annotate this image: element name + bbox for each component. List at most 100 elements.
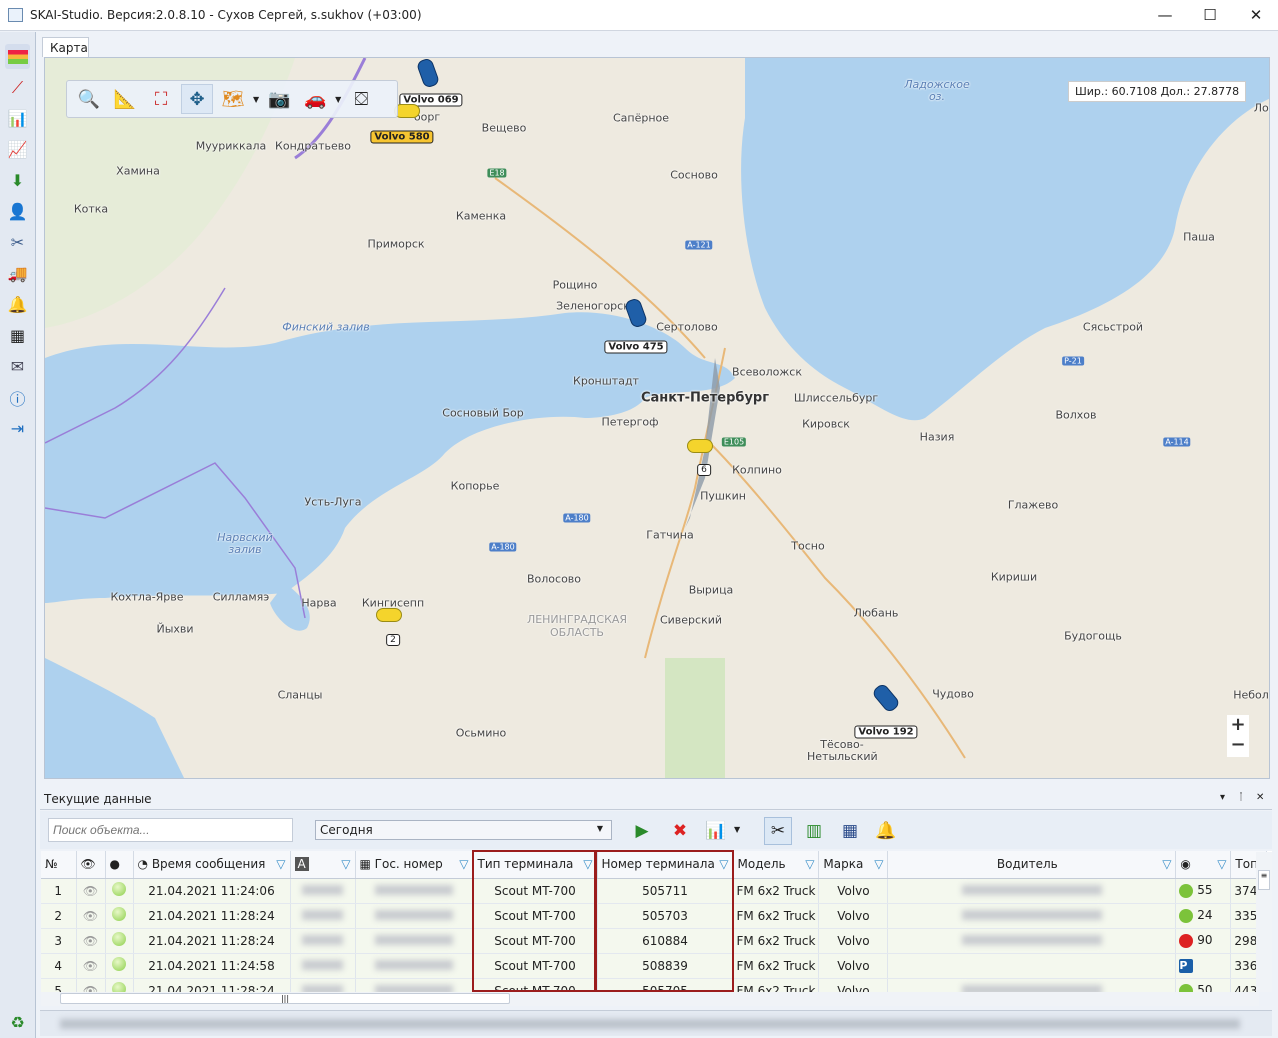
column-number[interactable]: №: [41, 851, 77, 879]
column-model[interactable]: Модель ▽: [733, 851, 820, 879]
column-visibility[interactable]: 👁: [76, 851, 106, 879]
chevron-down-icon[interactable]: ▼: [734, 825, 740, 834]
column-terminal-type[interactable]: Тип терминала ▽: [473, 851, 598, 879]
vehicle-cluster-marker[interactable]: [376, 608, 402, 622]
mail-icon[interactable]: ✉: [5, 354, 30, 379]
map-label: Кировск: [802, 417, 850, 431]
maximize-button[interactable]: ☐: [1190, 4, 1230, 26]
table-row[interactable]: 3 👁 21.04.2021 11:28:24 Scout MT-700 610…: [41, 928, 1267, 954]
fullscreen-icon[interactable]: ✥: [181, 84, 213, 114]
blurred-value: [302, 959, 343, 970]
column-label: Марка: [823, 857, 864, 872]
vehicles-filter-icon[interactable]: 🚗: [299, 84, 331, 114]
column-name[interactable]: A ▽: [290, 851, 356, 879]
map-label: Хамина: [116, 164, 160, 178]
logout-icon[interactable]: ⇥: [5, 416, 30, 441]
map-label: Финский залив: [282, 320, 370, 334]
eye-icon[interactable]: 👁: [76, 878, 106, 904]
camera-icon[interactable]: 📷: [263, 84, 295, 114]
close-button[interactable]: ✕: [1236, 4, 1276, 26]
column-driver[interactable]: Водитель ▽: [887, 851, 1177, 879]
filter-icon[interactable]: ▽: [276, 857, 285, 871]
terminal-number-cell: 505711: [597, 878, 734, 904]
panel-close-button[interactable]: ✕: [1256, 792, 1264, 803]
filter-icon[interactable]: ▽: [719, 857, 728, 871]
table-row[interactable]: 4 👁 21.04.2021 11:24:58 Scout MT-700 508…: [41, 953, 1267, 979]
report-schedule-icon[interactable]: 📈: [5, 137, 30, 162]
parking-icon: P: [1179, 958, 1194, 973]
table-row[interactable]: 2 👁 21.04.2021 11:28:24 Scout MT-700 505…: [41, 903, 1267, 929]
panel-menu-button[interactable]: ▾: [1220, 792, 1225, 803]
brand-cell: Volvo: [818, 978, 889, 992]
zoom-in-button[interactable]: +: [1227, 715, 1249, 735]
period-select[interactable]: Сегодня ▼: [315, 820, 612, 840]
tools-icon[interactable]: ✂: [5, 230, 30, 255]
tab-map[interactable]: Карта: [42, 37, 89, 57]
filter-icon[interactable]: ▽: [874, 857, 883, 871]
clear-track-icon[interactable]: ✖: [666, 817, 694, 845]
zoom-out-button[interactable]: −: [1227, 735, 1249, 755]
notifications-icon[interactable]: 🔔: [5, 292, 30, 317]
map-label: Зеленогорск: [556, 299, 630, 313]
window-title: SKAI-Studio. Версия:2.0.8.10 - Сухов Сер…: [30, 8, 422, 22]
recycle-icon[interactable]: ♻: [5, 1010, 30, 1035]
column-plate[interactable]: ▦ Гос. номер ▽: [355, 851, 474, 879]
driver-icon[interactable]: 👤: [5, 199, 30, 224]
filter-icon[interactable]: ▽: [459, 857, 468, 871]
search-icon[interactable]: 🔍: [73, 84, 105, 114]
vehicle-label[interactable]: Volvo 475: [604, 340, 668, 354]
map-layer-icon[interactable]: 🗺: [217, 84, 249, 114]
geozones-icon[interactable]: ▦: [5, 323, 30, 348]
online-status-icon: [112, 932, 126, 946]
track-icon[interactable]: ⟋: [5, 75, 30, 100]
table-row[interactable]: 5 👁 21.04.2021 11:28:24 Scout MT-700 505…: [41, 978, 1267, 992]
eye-icon[interactable]: 👁: [76, 928, 106, 954]
eye-icon[interactable]: 👁: [76, 903, 106, 929]
filter-icon[interactable]: ▽: [583, 857, 592, 871]
column-time[interactable]: ◔ Время сообщения ▽: [133, 851, 291, 879]
vehicle-cluster-marker[interactable]: [687, 439, 713, 453]
filter-icon[interactable]: ▽: [341, 857, 350, 871]
pin-button[interactable]: ᛙ: [1238, 792, 1244, 803]
search-input[interactable]: [48, 818, 293, 842]
filter-icon[interactable]: ▽: [1162, 857, 1171, 871]
map-label: Сиверский: [659, 613, 723, 627]
eye-icon[interactable]: 👁: [76, 953, 106, 979]
chevron-down-icon[interactable]: ▼: [335, 95, 341, 104]
filter-icon[interactable]: ▽: [805, 857, 814, 871]
status-cell: [105, 878, 134, 904]
filter-icon[interactable]: ▽: [1217, 857, 1226, 871]
map-label: Силламяэ: [212, 590, 270, 604]
vehicle-label[interactable]: Volvo 192: [854, 725, 918, 739]
info-icon[interactable]: ⓘ: [5, 385, 30, 410]
download-icon[interactable]: ⬇: [5, 168, 30, 193]
current-data-icon[interactable]: [5, 44, 30, 69]
horizontal-scroll-thumb[interactable]: |||: [60, 993, 510, 1004]
map-view[interactable]: Вещево Сапёрное Мууриккала Кондратьево Х…: [44, 57, 1270, 779]
plate-cell: [355, 978, 474, 992]
column-status[interactable]: ●: [105, 851, 134, 879]
geozone-icon[interactable]: ⛋: [345, 84, 377, 114]
column-brand[interactable]: Марка ▽: [818, 851, 889, 879]
eye-icon[interactable]: 👁: [76, 978, 106, 992]
fit-bounds-icon[interactable]: ⛶: [145, 84, 177, 114]
vehicle-label[interactable]: Volvo 580: [370, 130, 434, 144]
cluster-count[interactable]: 6: [697, 464, 711, 476]
minimize-button[interactable]: —: [1145, 4, 1185, 26]
cluster-count[interactable]: 2: [386, 634, 400, 646]
report-icon[interactable]: 📊: [702, 817, 730, 845]
show-track-icon[interactable]: ▶: [628, 817, 656, 845]
vertical-scrollbar[interactable]: ≡: [1256, 852, 1272, 992]
column-speed[interactable]: ◉ ▽: [1175, 851, 1232, 879]
report-icon[interactable]: 📊: [5, 106, 30, 131]
column-terminal-number[interactable]: Номер терминала ▽: [597, 851, 734, 879]
table-row[interactable]: 1 👁 21.04.2021 11:24:06 Scout MT-700 505…: [41, 878, 1267, 904]
export-excel-icon[interactable]: ▥: [800, 817, 828, 845]
chevron-down-icon[interactable]: ▼: [253, 95, 259, 104]
ruler-icon[interactable]: 📐: [109, 84, 141, 114]
calendar-icon[interactable]: ▦: [836, 817, 864, 845]
speedometer-icon: ◉: [1180, 857, 1191, 872]
notification-report-icon[interactable]: 🔔: [872, 817, 900, 845]
vehicles-icon[interactable]: 🚚: [5, 261, 30, 286]
column-settings-icon[interactable]: ✂: [764, 817, 792, 845]
